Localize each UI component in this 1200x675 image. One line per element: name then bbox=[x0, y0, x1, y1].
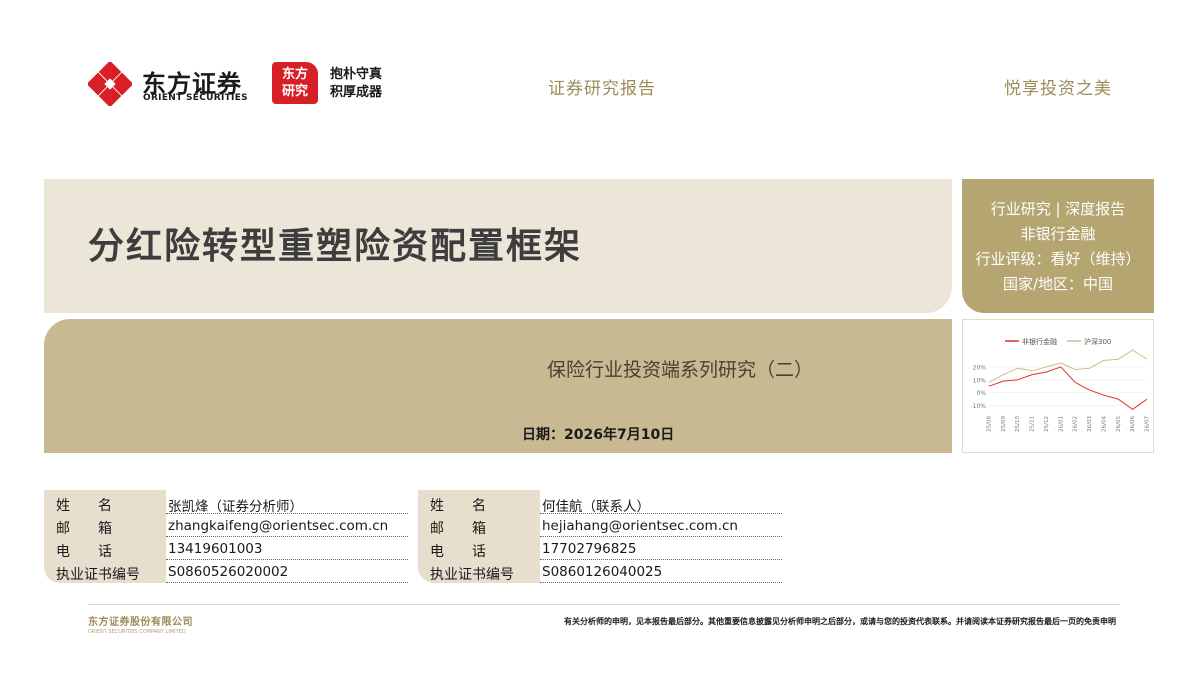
y-tick-label: 20% bbox=[973, 364, 987, 371]
contact-value: 何佳航（联系人） bbox=[540, 492, 782, 515]
footer-divider bbox=[88, 604, 1120, 605]
report-date: 日期：2026年7月10日 bbox=[522, 427, 675, 443]
motto-line-2: 积厚成器 bbox=[330, 85, 383, 100]
contact-value: 13419601003 bbox=[166, 538, 408, 560]
series-line-1 bbox=[988, 349, 1148, 383]
x-tick-label: 25/10 bbox=[1015, 416, 1021, 432]
research-badge: 东方 研究 bbox=[272, 62, 318, 104]
subtitle-panel: 保险行业投资端系列研究（二） 日期：2026年7月10日 bbox=[44, 319, 952, 453]
footer-disclaimer: 有关分析师的申明，见本报告最后部分。其他重要信息披露见分析师申明之后部分，或请与… bbox=[564, 617, 1116, 626]
contact-row-license: 执业证书编号 S0860126040025 bbox=[418, 561, 782, 583]
info-rating: 行业评级：看好（维持） bbox=[975, 250, 1141, 268]
y-tick-label: 10% bbox=[973, 377, 987, 384]
performance-chart: 非银行金融 沪深300 20% 10% 0% -10% 25/08 25/09 25/10… bbox=[970, 337, 1151, 432]
x-tick-label: 25/08 bbox=[987, 416, 993, 432]
contact-value: S0860126040025 bbox=[540, 561, 782, 583]
contact-row-license: 执业证书编号 S0860526020002 bbox=[44, 561, 408, 583]
analyst-card: 姓 名 张凯烽（证券分析师） 邮 箱 zhangkaifeng@orientse… bbox=[44, 490, 408, 583]
logo-english-name: ORIENT SECURITIES bbox=[143, 93, 248, 103]
contact-label: 电 话 bbox=[56, 544, 112, 560]
contact-value: S0860526020002 bbox=[166, 561, 408, 583]
x-tick-label: 26/07 bbox=[1145, 416, 1151, 432]
report-type-header: 证券研究报告 bbox=[548, 79, 656, 99]
contact-label: 邮 箱 bbox=[56, 521, 112, 537]
contact-email-link[interactable]: zhangkaifeng@orientsec.com.cn bbox=[166, 515, 408, 537]
motto-line-1: 抱朴守真 bbox=[330, 67, 383, 82]
performance-chart-panel: 非银行金融 沪深300 20% 10% 0% -10% 25/08 25/09 25/10… bbox=[962, 319, 1154, 453]
contact-row-email: 邮 箱 hejiahang@orientsec.com.cn bbox=[418, 515, 782, 537]
contact-row-email: 邮 箱 zhangkaifeng@orientsec.com.cn bbox=[44, 515, 408, 537]
info-region: 国家/地区：中国 bbox=[1002, 275, 1114, 293]
x-tick-label: 25/11 bbox=[1030, 416, 1036, 432]
info-industry: 非银行金融 bbox=[1020, 225, 1096, 243]
contact-label: 执业证书编号 bbox=[56, 567, 140, 583]
y-tick-label: -10% bbox=[970, 403, 986, 410]
contact-label: 执业证书编号 bbox=[430, 567, 514, 583]
x-tick-label: 25/09 bbox=[1001, 416, 1007, 432]
x-tick-label: 26/03 bbox=[1087, 416, 1093, 432]
rating-info-panel: 行业研究 | 深度报告 非银行金融 行业评级：看好（维持） 国家/地区：中国 bbox=[962, 179, 1154, 313]
x-tick-label: 26/04 bbox=[1101, 416, 1107, 432]
contact-row-phone: 电 话 13419601003 bbox=[44, 538, 408, 560]
contact-label: 姓 名 bbox=[56, 498, 112, 514]
footer-company-en: ORIENT SECURITIES COMPANY LIMITED bbox=[88, 629, 186, 635]
contact-value: 17702796825 bbox=[540, 538, 782, 560]
contact-email-link[interactable]: hejiahang@orientsec.com.cn bbox=[540, 515, 782, 537]
motto: 抱朴守真 积厚成器 bbox=[330, 66, 382, 102]
contact-label: 电 话 bbox=[430, 544, 486, 560]
title-panel: 分红险转型重塑险资配置框架 bbox=[44, 179, 952, 313]
slogan-header: 悦享投资之美 bbox=[1004, 79, 1112, 99]
contact-value: 张凯烽（证券分析师） bbox=[166, 492, 408, 515]
footer-company-logo: 东方证券股份有限公司 ORIENT SECURITIES COMPANY LIM… bbox=[88, 613, 193, 635]
orient-logo-icon bbox=[88, 62, 132, 106]
legend-label-series-0: 非银行金融 bbox=[1022, 337, 1057, 346]
contact-label: 邮 箱 bbox=[430, 521, 486, 537]
x-tick-label: 26/01 bbox=[1058, 416, 1064, 432]
y-tick-label: 0% bbox=[976, 390, 986, 397]
x-tick-label: 26/02 bbox=[1073, 416, 1079, 432]
report-title: 分红险转型重塑险资配置框架 bbox=[88, 226, 583, 267]
company-logo: 东方证券 ORIENT SECURITIES bbox=[88, 60, 258, 110]
contact-row-name: 姓 名 何佳航（联系人） bbox=[418, 492, 782, 515]
x-tick-label: 25/12 bbox=[1044, 416, 1050, 432]
contact-row-phone: 电 话 17702796825 bbox=[418, 538, 782, 560]
info-report-category: 行业研究 | 深度报告 bbox=[990, 200, 1126, 218]
x-tick-label: 26/06 bbox=[1130, 416, 1136, 432]
contact-row-name: 姓 名 张凯烽（证券分析师） bbox=[44, 492, 408, 515]
x-tick-label: 26/05 bbox=[1116, 416, 1122, 432]
badge-line-2: 研究 bbox=[281, 84, 308, 99]
legend-label-series-1: 沪深300 bbox=[1084, 337, 1111, 346]
footer-company-cn: 东方证券股份有限公司 bbox=[88, 617, 193, 628]
contact-card: 姓 名 何佳航（联系人） 邮 箱 hejiahang@orientsec.com… bbox=[418, 490, 782, 583]
series-line-0 bbox=[988, 366, 1148, 411]
contact-label: 姓 名 bbox=[430, 498, 486, 514]
report-subtitle: 保险行业投资端系列研究（二） bbox=[547, 359, 814, 381]
badge-line-1: 东方 bbox=[281, 67, 308, 82]
